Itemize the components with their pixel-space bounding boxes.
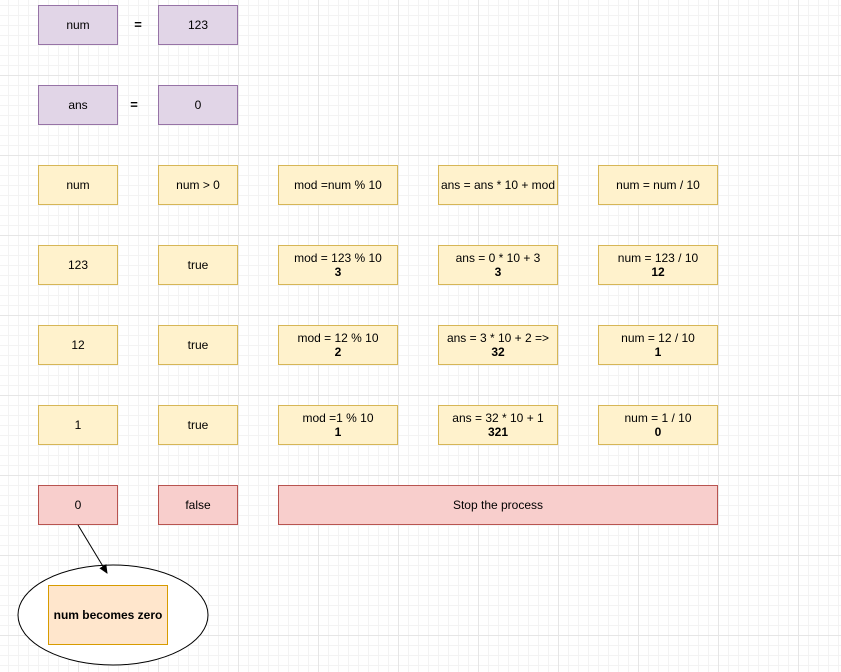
- connector-layer: [17, 524, 209, 666]
- note-text: num becomes zero: [53, 608, 163, 622]
- note-box[interactable]: num becomes zero: [48, 585, 168, 645]
